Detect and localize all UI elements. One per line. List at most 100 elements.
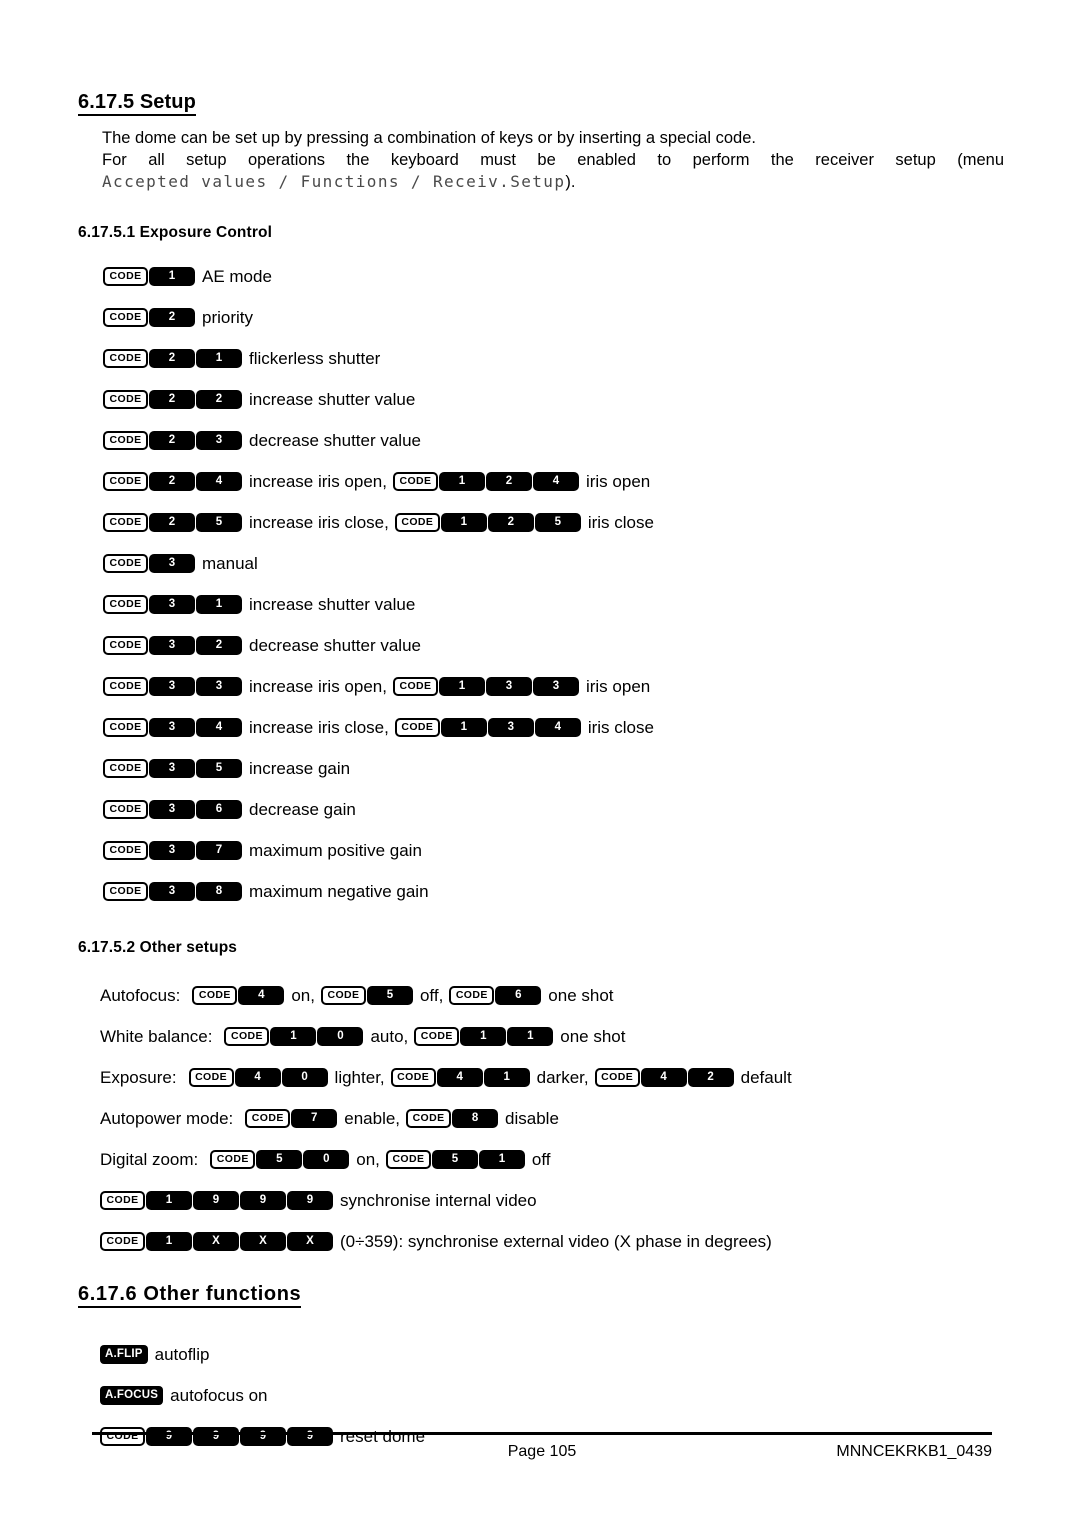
keypad-key[interactable]: X xyxy=(193,1231,239,1251)
keypad-key[interactable]: 4 xyxy=(196,471,242,491)
keypad-key[interactable]: 2 xyxy=(485,471,532,491)
keypad-key[interactable]: 2 xyxy=(149,389,195,409)
keypad-key[interactable]: 0 xyxy=(303,1149,350,1169)
keypad-key[interactable]: 4 xyxy=(234,1067,281,1087)
keypad-key[interactable]: 3 xyxy=(149,717,195,737)
keypad-key[interactable]: 1 xyxy=(196,594,242,614)
keypad-key[interactable]: 5 xyxy=(431,1149,478,1169)
code-key[interactable]: CODE xyxy=(245,1108,291,1128)
keypad-key[interactable]: 0 xyxy=(281,1067,328,1087)
keypad-key[interactable]: 9 xyxy=(193,1190,239,1210)
keypad-key[interactable]: 1 xyxy=(483,1067,530,1087)
code-key[interactable]: CODE xyxy=(449,985,495,1005)
code-key[interactable]: CODE xyxy=(394,512,440,532)
keypad-key[interactable]: 1 xyxy=(270,1026,317,1046)
code-key[interactable]: CODE xyxy=(224,1026,270,1046)
keypad-key[interactable]: 6 xyxy=(196,799,242,819)
keypad-key[interactable]: 1 xyxy=(196,348,242,368)
keypad-key[interactable]: 6 xyxy=(495,985,542,1005)
keypad-key[interactable]: 5 xyxy=(534,512,581,532)
keypad-key[interactable]: 1 xyxy=(438,471,485,491)
code-key[interactable]: CODE xyxy=(103,717,148,737)
code-key[interactable]: CODE xyxy=(188,1067,234,1087)
keypad-key[interactable]: 2 xyxy=(487,512,534,532)
keypad-key[interactable]: 2 xyxy=(149,512,195,532)
keypad-key[interactable]: 3 xyxy=(196,430,242,450)
keypad-key[interactable]: 1 xyxy=(440,512,487,532)
keypad-key[interactable]: 3 xyxy=(149,676,195,696)
code-key[interactable]: CODE xyxy=(192,985,238,1005)
keypad-key[interactable]: 5 xyxy=(366,985,413,1005)
keypad-key[interactable]: 2 xyxy=(149,348,195,368)
code-key[interactable]: CODE xyxy=(414,1026,460,1046)
keypad-key[interactable]: 3 xyxy=(149,799,195,819)
keypad-key[interactable]: 3 xyxy=(149,635,195,655)
keypad-key[interactable]: 1 xyxy=(460,1026,507,1046)
keypad-key[interactable]: 0 xyxy=(317,1026,364,1046)
keypad-key[interactable]: 3 xyxy=(149,758,195,778)
code-key[interactable]: CODE xyxy=(100,1231,145,1251)
code-key[interactable]: CODE xyxy=(320,985,366,1005)
keypad-key[interactable]: 8 xyxy=(196,881,242,901)
keypad-key[interactable]: 9 xyxy=(287,1190,333,1210)
keypad-key[interactable]: 3 xyxy=(196,676,242,696)
code-key[interactable]: CODE xyxy=(103,635,148,655)
keypad-key[interactable]: 1 xyxy=(507,1026,554,1046)
code-key[interactable]: CODE xyxy=(103,389,148,409)
code-key[interactable]: CODE xyxy=(385,1149,431,1169)
keypad-key[interactable]: 3 xyxy=(532,676,579,696)
keypad-key[interactable]: 1 xyxy=(146,1190,192,1210)
code-key[interactable]: CODE xyxy=(103,594,148,614)
keypad-key[interactable]: 1 xyxy=(146,1231,192,1251)
function-key[interactable]: A.FOCUS xyxy=(100,1385,164,1405)
code-key[interactable]: CODE xyxy=(103,676,148,696)
function-key[interactable]: A.FLIP xyxy=(100,1344,148,1364)
code-key[interactable]: CODE xyxy=(103,881,148,901)
code-key[interactable]: CODE xyxy=(103,512,148,532)
keypad-key[interactable]: 5 xyxy=(256,1149,303,1169)
code-key[interactable]: CODE xyxy=(406,1108,452,1128)
code-key[interactable]: CODE xyxy=(103,266,148,286)
keypad-key[interactable]: 3 xyxy=(149,594,195,614)
keypad-key[interactable]: 2 xyxy=(196,389,242,409)
keypad-key[interactable]: 4 xyxy=(534,717,581,737)
code-key[interactable]: CODE xyxy=(103,471,148,491)
code-key[interactable]: CODE xyxy=(103,758,148,778)
keypad-key[interactable]: 5 xyxy=(196,512,242,532)
code-key[interactable]: CODE xyxy=(103,307,148,327)
keypad-key[interactable]: 9 xyxy=(240,1190,286,1210)
keypad-key[interactable]: 3 xyxy=(149,881,195,901)
code-key[interactable]: CODE xyxy=(100,1190,145,1210)
keypad-key[interactable]: 3 xyxy=(487,717,534,737)
keypad-key[interactable]: X xyxy=(287,1231,333,1251)
keypad-key[interactable]: 8 xyxy=(452,1108,499,1128)
keypad-key[interactable]: 2 xyxy=(149,471,195,491)
code-key[interactable]: CODE xyxy=(390,1067,436,1087)
keypad-key[interactable]: 3 xyxy=(149,840,195,860)
code-key[interactable]: CODE xyxy=(103,348,148,368)
keypad-key[interactable]: 4 xyxy=(196,717,242,737)
code-key[interactable]: CODE xyxy=(103,553,148,573)
keypad-key[interactable]: 4 xyxy=(532,471,579,491)
code-key[interactable]: CODE xyxy=(103,840,148,860)
keypad-key[interactable]: 3 xyxy=(149,553,195,573)
keypad-key[interactable]: 7 xyxy=(196,840,242,860)
code-key[interactable]: CODE xyxy=(594,1067,640,1087)
keypad-key[interactable]: 3 xyxy=(485,676,532,696)
code-key[interactable]: CODE xyxy=(392,676,438,696)
keypad-key[interactable]: 4 xyxy=(238,985,285,1005)
keypad-key[interactable]: 5 xyxy=(196,758,242,778)
keypad-key[interactable]: 2 xyxy=(149,307,195,327)
keypad-key[interactable]: 2 xyxy=(196,635,242,655)
keypad-key[interactable]: 1 xyxy=(478,1149,525,1169)
keypad-key[interactable]: 2 xyxy=(687,1067,734,1087)
code-key[interactable]: CODE xyxy=(394,717,440,737)
code-key[interactable]: CODE xyxy=(103,799,148,819)
code-key[interactable]: CODE xyxy=(210,1149,256,1169)
keypad-key[interactable]: X xyxy=(240,1231,286,1251)
keypad-key[interactable]: 2 xyxy=(149,430,195,450)
keypad-key[interactable]: 4 xyxy=(436,1067,483,1087)
keypad-key[interactable]: 1 xyxy=(438,676,485,696)
code-key[interactable]: CODE xyxy=(392,471,438,491)
keypad-key[interactable]: 1 xyxy=(440,717,487,737)
